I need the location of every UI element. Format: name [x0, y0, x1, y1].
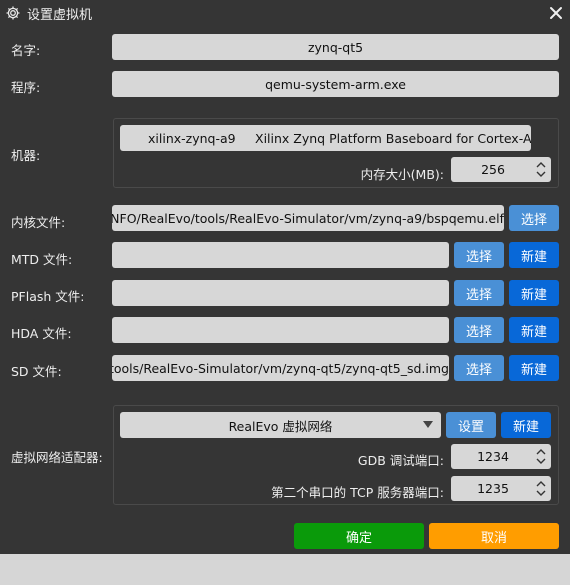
machine-description: Xilinx Zynq Platform Baseboard for Corte…	[255, 130, 531, 146]
program-label: 程序:	[11, 80, 41, 95]
mtd-new-button[interactable]: 新建	[509, 242, 559, 268]
tcp-port-spinbox[interactable]: 1235	[451, 476, 551, 501]
sd-new-button[interactable]: 新建	[509, 355, 559, 381]
hda-input[interactable]	[112, 317, 449, 343]
network-new-button[interactable]: 新建	[501, 412, 551, 438]
machine-name: xilinx-zynq-a9	[148, 130, 236, 146]
sd-label: SD 文件:	[11, 364, 62, 379]
spin-up-icon[interactable]	[536, 161, 546, 169]
network-value: RealEvo 虚拟网络	[228, 418, 333, 434]
network-group: RealEvo 虚拟网络 设置 新建 GDB 调试端口: 1234 第二个串口的…	[113, 405, 559, 505]
hda-label: HDA 文件:	[11, 326, 72, 341]
gdb-port-label: GDB 调试端口:	[357, 453, 444, 468]
status-bar	[0, 554, 570, 585]
hda-new-button[interactable]: 新建	[509, 317, 559, 343]
kernel-path: C:/RealEvo/INFO/RealEvo/tools/RealEvo-Si…	[112, 210, 504, 226]
spin-up-icon[interactable]	[536, 448, 546, 456]
hda-select-button[interactable]: 选择	[454, 317, 504, 343]
tcp-port-value: 1235	[477, 481, 509, 496]
mtd-label: MTD 文件:	[11, 252, 73, 267]
title-bar: 设置虚拟机	[0, 0, 570, 26]
sd-select-button[interactable]: 选择	[454, 355, 504, 381]
kernel-input[interactable]: C:/RealEvo/INFO/RealEvo/tools/RealEvo-Si…	[112, 205, 504, 231]
memory-spinbox[interactable]: 256	[451, 157, 551, 182]
machine-group: xilinx-zynq-a9 Xilinx Zynq Platform Base…	[113, 118, 559, 188]
pflash-new-button[interactable]: 新建	[509, 280, 559, 306]
network-select[interactable]: RealEvo 虚拟网络	[120, 412, 441, 438]
pflash-label: PFlash 文件:	[11, 289, 85, 304]
sd-input[interactable]: C:/RealEvo/tools/RealEvo-Simulator/vm/zy…	[112, 355, 449, 381]
gdb-port-spinbox[interactable]: 1234	[451, 444, 551, 469]
close-icon[interactable]	[546, 3, 566, 23]
kernel-select-button[interactable]: 选择	[509, 205, 559, 231]
machine-label: 机器:	[11, 148, 41, 163]
spin-down-icon[interactable]	[536, 457, 546, 465]
cancel-button[interactable]: 取消	[429, 523, 559, 549]
window-title: 设置虚拟机	[27, 8, 93, 23]
kernel-label: 内核文件:	[11, 215, 66, 230]
spin-up-icon[interactable]	[536, 480, 546, 488]
gdb-port-value: 1234	[477, 449, 509, 464]
sd-path: C:/RealEvo/tools/RealEvo-Simulator/vm/zy…	[112, 360, 449, 376]
memory-label: 内存大小(MB):	[360, 167, 444, 182]
ok-button[interactable]: 确定	[294, 523, 424, 549]
spin-down-icon[interactable]	[536, 170, 546, 178]
machine-select[interactable]: xilinx-zynq-a9 Xilinx Zynq Platform Base…	[120, 125, 531, 151]
spin-down-icon[interactable]	[536, 489, 546, 497]
pflash-select-button[interactable]: 选择	[454, 280, 504, 306]
network-settings-button[interactable]: 设置	[446, 412, 496, 438]
chevron-down-icon	[423, 421, 433, 428]
gear-icon	[6, 6, 20, 20]
network-label: 虚拟网络适配器:	[11, 450, 103, 465]
mtd-select-button[interactable]: 选择	[454, 242, 504, 268]
name-label: 名字:	[11, 43, 41, 58]
memory-value: 256	[481, 162, 505, 177]
mtd-input[interactable]	[112, 242, 449, 268]
name-input[interactable]: zynq-qt5	[112, 34, 559, 60]
program-input[interactable]: qemu-system-arm.exe	[112, 71, 559, 97]
tcp-port-label: 第二个串口的 TCP 服务器端口:	[271, 485, 444, 500]
pflash-input[interactable]	[112, 280, 449, 306]
